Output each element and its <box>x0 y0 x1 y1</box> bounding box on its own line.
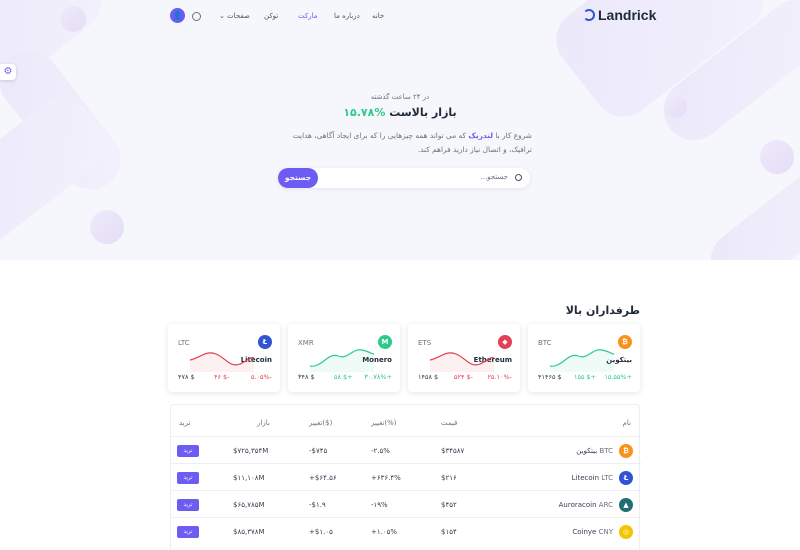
headline-text: بازار بالاست <box>389 106 457 119</box>
trade-button[interactable]: ترید <box>177 445 199 457</box>
row-price: $۱۵۴ <box>441 528 457 536</box>
row-change-usd: -$۱.۹ <box>309 501 326 509</box>
card-change: ۱۵۵ $+ <box>574 373 597 381</box>
decor-circle <box>760 140 794 174</box>
coin-icon: ◎ <box>619 525 633 539</box>
card-percent: ۵.۰۵%- <box>250 373 272 381</box>
card-change: ۵۸ $+ <box>334 373 353 381</box>
settings-icon[interactable] <box>192 12 201 21</box>
search-input[interactable]: جستجو... <box>481 173 509 181</box>
decor-circle <box>90 210 124 244</box>
top-fans-title: طرفداران بالا <box>565 304 640 317</box>
logo-icon <box>583 9 595 21</box>
nav-pages-label: صفحات <box>227 12 250 20</box>
card-symbol: LTC <box>178 339 190 347</box>
headline-percent: ۱۵.۷۸% <box>343 106 386 119</box>
row-market-cap: $۱۱,۱۰۸M <box>233 474 265 482</box>
card-percent: ۳۰.۷۸%+ <box>364 373 392 381</box>
card-price: ۳۴۸ $ <box>298 373 315 381</box>
row-coin-name: Litecoin LTC <box>571 474 613 482</box>
card-percent: ۲۵.۱۰%- <box>487 373 512 381</box>
card-price: ۴۱۴۶۵ $ <box>538 373 562 381</box>
row-change-usd: +$۱.۰۵ <box>309 528 333 536</box>
brand-logo[interactable]: Landrick <box>583 7 656 23</box>
card-price: ۱۴۵۸ $ <box>418 373 439 381</box>
table-row: Ł Litecoin LTC $۲۱۶ +۶۳۶.۴% +$۶۴.۵۶ $۱۱,۱۰۸M ت… <box>171 463 641 491</box>
card-percent: ۱۵.۵۵%+ <box>604 373 632 381</box>
th-price: قیمت <box>441 419 458 427</box>
row-coin-name: Coinye CNY <box>572 528 613 536</box>
row-coin-name: بیتکوین BTC <box>576 447 613 455</box>
card-price: ۴۷۸ $ <box>178 373 195 381</box>
para-part-1: شروع کار با <box>495 131 532 140</box>
row-market-cap: $۸۵,۳۷۸M <box>233 528 265 536</box>
market-table: نام قیمت تغییر(%) تغییر($) بازار ترید ₿ ب… <box>170 404 641 550</box>
coin-icon: Ł <box>619 471 633 485</box>
row-price: $۲۱۶ <box>441 474 457 482</box>
coin-icon: ▲ <box>619 498 633 512</box>
trade-button[interactable]: ترید <box>177 499 199 511</box>
th-trade: ترید <box>179 419 191 427</box>
row-market-cap: $۶۵,۷۸۵M <box>233 501 265 509</box>
coin-icon: ◆ <box>498 335 512 349</box>
search-button[interactable]: جستجو <box>278 168 318 188</box>
th-market: بازار <box>257 419 270 427</box>
coin-icon: ₿ <box>619 444 633 458</box>
coin-card[interactable]: LTC Ł Litecoin ۴۷۸ $۴۶ $- ۵.۰۵%- <box>168 324 280 392</box>
search-icon <box>515 174 522 181</box>
row-market-cap: $۷۲۵,۳۵۴M <box>233 447 269 455</box>
decor-blob <box>698 157 800 260</box>
hero-headline: ۱۵.۷۸% بازار بالاست <box>0 106 800 119</box>
sparkline-chart <box>550 349 614 372</box>
row-change-pct: +۱.۰۵% <box>371 528 398 536</box>
trade-button[interactable]: ترید <box>177 472 199 484</box>
row-change-usd: +$۶۴.۵۶ <box>309 474 337 482</box>
chevron-down-icon: ⌄ <box>219 12 228 20</box>
coin-card[interactable]: XMR M Monero ۳۴۸ $۵۸ $+ ۳۰.۷۸%+ <box>288 324 400 392</box>
row-change-usd: -$۷۴۵ <box>309 447 328 455</box>
sparkline-chart <box>310 349 374 372</box>
th-change-pct: تغییر(%) <box>371 419 397 427</box>
user-icon[interactable]: 👤 <box>170 8 185 23</box>
card-change: ۴۶ $- <box>214 373 230 381</box>
row-change-pct: -۲.۵% <box>371 447 390 455</box>
nav-market[interactable]: مارکت <box>298 12 317 20</box>
row-price: $۳۴۵۸۷ <box>441 447 465 455</box>
row-change-pct: +۶۳۶.۴% <box>371 474 401 482</box>
nav-token[interactable]: توکن <box>264 12 278 20</box>
side-settings-gear-icon[interactable]: ⚙ <box>0 64 16 80</box>
brand-name: Landrick <box>598 7 657 23</box>
table-row: ₿ بیتکوین BTC $۳۴۵۸۷ -۲.۵% -$۷۴۵ $۷۲۵,۳۵۴M تری… <box>171 436 641 464</box>
search-bar: جستجو... جستجو <box>278 168 530 188</box>
nav-pages-dropdown[interactable]: ⌄ صفحات <box>219 12 250 20</box>
coin-card[interactable]: ETS ◆ Ethereum ۱۴۵۸ $۵۲۴ $- ۲۵.۱۰%- <box>408 324 520 392</box>
table-row: ◎ Coinye CNY $۱۵۴ +۱.۰۵% +$۱.۰۵ $۸۵,۳۷۸M ترید <box>171 517 641 545</box>
card-change: ۵۲۴ $- <box>454 373 474 381</box>
top-navbar: Landrick خانه درباره ما مارکت توکن ⌄ صفح… <box>0 0 800 34</box>
table-row: ▲ Auroracoin ARC $۴۵۲ -۱۹% -$۱.۹ $۶۵,۷۸۵M ترید <box>171 490 641 518</box>
sparkline-chart <box>190 352 254 372</box>
hero-paragraph: شروع کار با لندریک که می تواند همه چیزها… <box>270 129 532 157</box>
row-coin-name: Auroracoin ARC <box>558 501 613 509</box>
sparkline-chart <box>430 352 494 372</box>
coin-icon: ₿ <box>618 335 632 349</box>
nav-about[interactable]: درباره ما <box>334 12 360 20</box>
coin-icon: Ł <box>258 335 272 349</box>
coin-icon: M <box>378 335 392 349</box>
para-brand: لندریک <box>468 131 494 140</box>
row-price: $۴۵۲ <box>441 501 457 509</box>
row-change-pct: -۱۹% <box>371 501 388 509</box>
trade-button[interactable]: ترید <box>177 526 199 538</box>
th-name: نام <box>622 419 631 427</box>
nav-home[interactable]: خانه <box>372 12 384 20</box>
th-change-usd: تغییر($) <box>309 419 333 427</box>
hero-subtitle: در ۲۴ ساعت گذشته <box>370 93 430 101</box>
coin-card[interactable]: BTC ₿ بیتکوین ۴۱۴۶۵ $۱۵۵ $+ ۱۵.۵۵%+ <box>528 324 640 392</box>
